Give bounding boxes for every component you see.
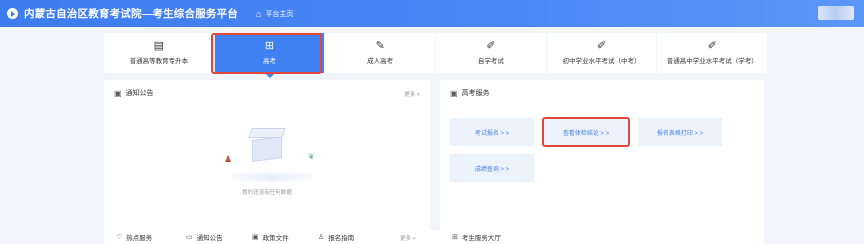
tab-label: 普通高中学业水平考试（学考） [666,58,758,65]
bell-icon: ▭ [186,234,193,241]
score-query-button[interactable]: 成绩查询 > > [450,154,534,182]
exam-registration-button[interactable]: 考试报名 > > [450,118,534,146]
empty-illustration: ♟ ❦ [212,116,322,196]
pen-icon: ✎ [375,40,385,52]
grid-icon: ⊞ [452,234,458,241]
tab-label: 自学考试 [477,58,504,65]
service-title: 高考服务 [461,90,490,97]
tab-xuekao[interactable]: ✐ 普通高中学业水平考试（学考） [657,33,768,73]
user-icon: ♙ [318,234,325,241]
site-title: 内蒙古自治区教育考试院—考生综合服务平台 [24,8,238,20]
notice-header: ▣ 通知公告 [114,88,154,98]
tab-label: 普通高等教育专升本 [129,58,189,65]
highlight-box-service [542,117,630,147]
hot-service-label: 热点服务 [126,235,153,242]
person-icon: ♟ [224,154,233,164]
edit-icon: ✐ [596,40,607,52]
guide-tab[interactable]: ♙ 报名指南 [318,232,354,242]
tab-label: 成人高考 [367,58,394,65]
edit-icon: ✐ [707,40,717,52]
tab-zhuanshengben[interactable]: ▤ 普通高等教育专升本 [104,33,214,73]
notice-more-link[interactable]: 更多 > [404,90,420,98]
service-hall-header: ⊞ 考生服务大厅 [452,232,501,242]
document-icon: ▤ [153,40,165,52]
user-avatar[interactable] [818,6,854,20]
heart-icon: ♡ [116,234,123,241]
policy-label: 政策文件 [262,235,289,242]
notice-panel: ▣ 通知公告 更多 > ♟ ❦ 暂时还没有任何数据 [104,80,430,230]
tab-chengren-gaokao[interactable]: ✎ 成人高考 [325,33,436,73]
category-tabs: ▤ 普通高等教育专升本 ⊞ 高考 ✎ 成人高考 ✐ 自学考试 ✐ 初中学业水平考… [104,33,768,78]
bottom-notice-tab[interactable]: ▭ 通知公告 [186,232,223,242]
bottom-more-link[interactable]: 更多 > [400,234,416,242]
empty-text: 暂时还没有任何数据 [242,190,292,196]
edit-icon: ✐ [486,40,496,52]
service-icon: ▣ [450,88,458,98]
service-hall-title: 考生服务大厅 [461,235,501,242]
guide-label: 报名指南 [328,235,355,242]
notice-icon: ▣ [114,88,122,98]
registration-form-print-button[interactable]: 报名表格打印 > > [638,118,722,146]
leaf-icon: ❦ [308,152,315,161]
notice-title: 通知公告 [125,90,154,97]
highlight-box-tab [211,33,322,74]
logo-icon [7,8,18,19]
top-header: 内蒙古自治区教育考试院—考生综合服务平台 ⌂ 平台主页 [0,0,864,27]
home-link[interactable]: ⌂ 平台主页 [256,9,293,19]
bottom-notice-label: 通知公告 [196,235,223,242]
tab-label: 初中学业水平考试（中考） [562,58,641,65]
service-header: ▣ 高考服务 [450,88,490,98]
home-link-label: 平台主页 [265,10,294,18]
home-icon: ⌂ [256,8,262,19]
file-icon: ▣ [252,234,259,241]
hot-service-tab[interactable]: ♡ 热点服务 [116,232,152,242]
tab-zhongkao[interactable]: ✐ 初中学业水平考试（中考） [546,33,657,73]
tab-zixue-kaoshi[interactable]: ✐ 自学考试 [436,33,546,73]
gaokao-service-panel: ▣ 高考服务 考试报名 > > 查看体检结论 > > 报名表格打印 > > 成绩… [440,80,764,230]
policy-tab[interactable]: ▣ 政策文件 [252,232,289,242]
